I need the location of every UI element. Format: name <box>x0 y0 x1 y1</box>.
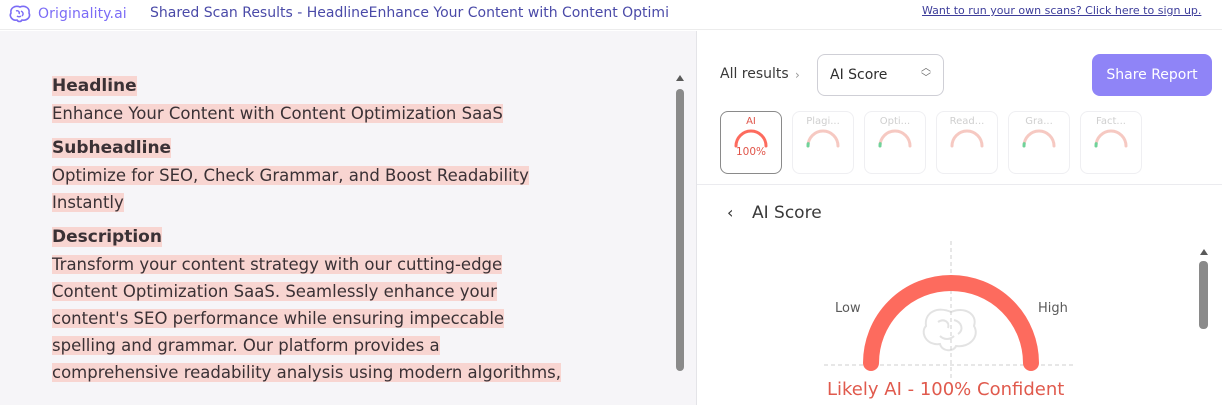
tab-score <box>937 146 997 158</box>
tab-label: AI <box>746 116 756 127</box>
tab-label: Plagi... <box>806 116 840 127</box>
mini-gauge-icon <box>878 129 912 148</box>
section-heading: Headline <box>52 76 137 96</box>
document-content: Headline Enhance Your Content with Conten… <box>52 73 612 394</box>
tab-ai[interactable]: AI 100% <box>720 111 782 174</box>
mini-gauge-icon <box>734 129 768 148</box>
tab-score <box>865 146 925 158</box>
document-pane: Headline Enhance Your Content with Conten… <box>0 31 696 405</box>
ai-verdict: Likely AI - 100% Confident <box>827 379 1065 400</box>
scan-title: Shared Scan Results - HeadlineEnhance Yo… <box>150 5 669 21</box>
section-heading: Subheadline <box>52 138 172 158</box>
highlighted-text-line: spelling and grammar. Our platform provi… <box>52 336 440 355</box>
tab-gra[interactable]: Gra... <box>1008 111 1070 174</box>
highlighted-text-line: Content Optimization SaaS. Seamlessly en… <box>52 282 497 301</box>
tab-fact[interactable]: Fact... <box>1080 111 1142 174</box>
brand[interactable]: Originality.ai <box>8 4 127 24</box>
brand-name: Originality.ai <box>38 6 127 22</box>
mini-gauge-icon <box>950 129 984 148</box>
tab-label: Gra... <box>1025 116 1053 127</box>
tab-label: Read... <box>949 116 985 127</box>
tab-label: Fact... <box>1096 116 1126 127</box>
signup-link[interactable]: Want to run your own scans? Click here t… <box>922 4 1201 17</box>
highlighted-text-line: Optimize for SEO, Check Grammar, and Boo… <box>52 166 529 185</box>
report-select-value: AI Score <box>830 67 888 83</box>
highlighted-text-line: Enhance Your Content with Content Optimi… <box>52 104 503 123</box>
gauge-high-label: High <box>1038 301 1068 316</box>
breadcrumb-all-results[interactable]: All results <box>720 66 789 82</box>
section-title: AI Score <box>752 203 822 223</box>
results-scrollbar-thumb[interactable] <box>1199 261 1208 329</box>
tab-plagi[interactable]: Plagi... <box>792 111 854 174</box>
highlighted-text-line: content's SEO performance while ensuring… <box>52 309 505 328</box>
highlighted-text-line: Instantly <box>52 193 124 212</box>
highlighted-text-line: Transform your content strategy with our… <box>52 255 503 274</box>
document-scrollbar-thumb[interactable] <box>676 89 684 371</box>
chevron-right-icon: › <box>795 68 800 82</box>
tab-score: 100% <box>735 146 767 158</box>
document-section: Headline Enhance Your Content with Conten… <box>52 73 612 127</box>
section-divider <box>697 184 1222 185</box>
share-report-button[interactable]: Share Report <box>1092 54 1212 96</box>
scroll-up-icon[interactable] <box>1200 249 1208 255</box>
brain-watermark-icon <box>922 308 977 352</box>
tab-score <box>1081 146 1141 158</box>
mini-gauge-icon <box>1022 129 1056 148</box>
tab-score <box>1009 146 1069 158</box>
section-heading: Description <box>52 227 162 247</box>
back-icon[interactable]: ‹ <box>727 203 733 222</box>
brain-logo-icon <box>9 5 31 23</box>
results-pane: All results › AI Score ︿ ﹀ Share Report A… <box>697 31 1222 405</box>
sort-arrows-icon: ︿ ﹀ <box>921 63 931 84</box>
mini-gauge-icon <box>1094 129 1128 148</box>
tab-read[interactable]: Read... <box>936 111 998 174</box>
highlighted-text-line: comprehensive readability analysis using… <box>52 363 561 382</box>
tab-label: Opti... <box>879 116 911 127</box>
document-section: Subheadline Optimize for SEO, Check Gramm… <box>52 135 612 216</box>
top-bar: Originality.ai Shared Scan Results - Hea… <box>0 0 1222 30</box>
report-select[interactable]: AI Score ︿ ﹀ <box>817 54 944 96</box>
gauge-low-label: Low <box>835 301 861 316</box>
scroll-up-icon[interactable] <box>676 75 684 81</box>
document-section: Description Transform your content strate… <box>52 224 612 386</box>
mini-gauge-icon <box>806 129 840 148</box>
tab-opti[interactable]: Opti... <box>864 111 926 174</box>
tab-score <box>793 146 853 158</box>
